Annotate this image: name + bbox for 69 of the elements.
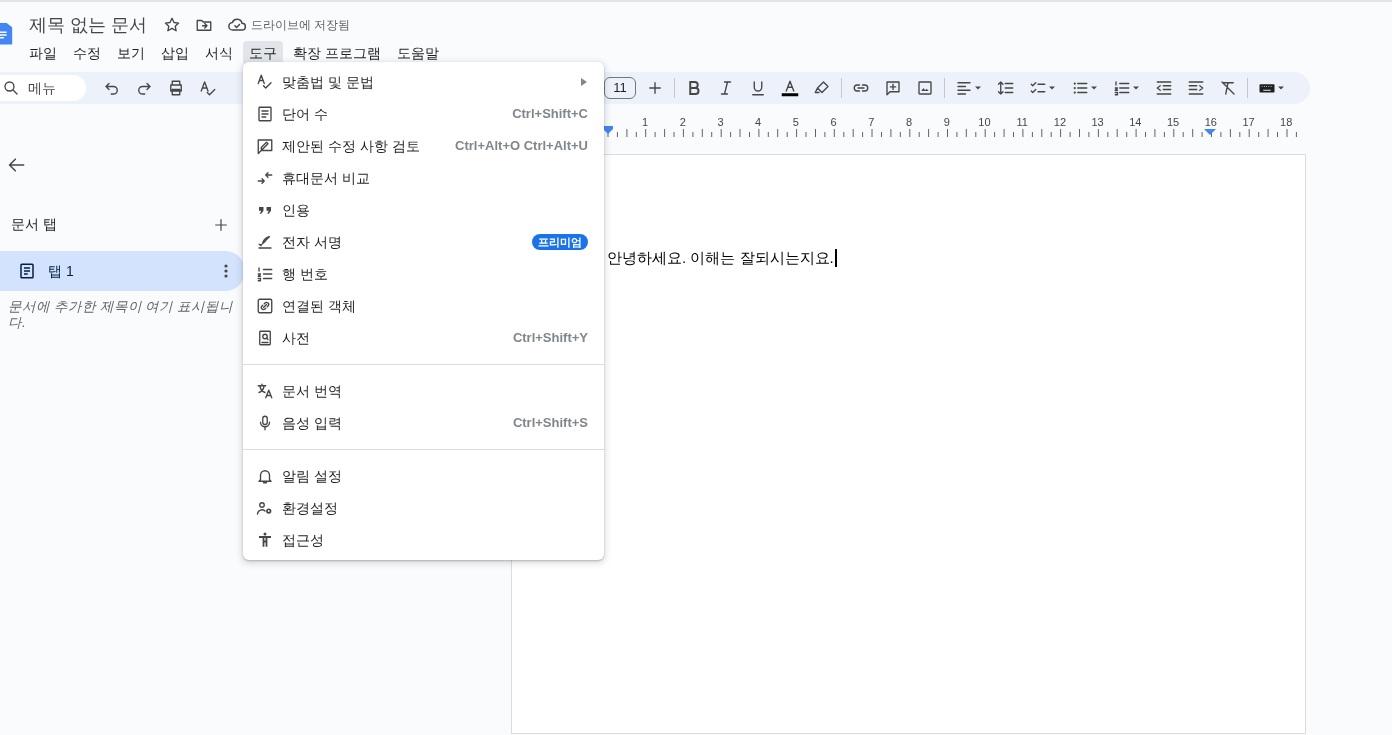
ruler-number: 2: [679, 116, 686, 128]
search-icon: [2, 79, 20, 97]
menu-item[interactable]: 연결된 객체: [243, 290, 604, 322]
menu-item[interactable]: 환경설정: [243, 492, 604, 524]
ruler-number: 11: [1016, 116, 1028, 128]
ruler-number: 17: [1242, 116, 1255, 128]
document-title[interactable]: 제목 없는 문서: [29, 11, 147, 39]
text-cursor: [834, 249, 837, 268]
add-icon[interactable]: [213, 216, 229, 233]
back-arrow-icon[interactable]: [7, 155, 27, 175]
menu-item[interactable]: 행 번호: [243, 258, 604, 290]
save-status: 드라이브에 저장됨: [251, 17, 351, 34]
ruler-number: 16: [1204, 116, 1217, 128]
left-indent-marker-icon[interactable]: [604, 126, 613, 134]
star-icon[interactable]: [163, 16, 181, 34]
ruler-number: 8: [906, 116, 913, 128]
ruler-number: 5: [792, 116, 799, 128]
dictionary-icon: [256, 329, 274, 347]
ruler-number: 9: [943, 116, 950, 128]
ruler-number: 14: [1129, 116, 1142, 128]
section-heading: 문서 탭: [11, 215, 57, 234]
document-icon: [256, 105, 274, 123]
menu-item[interactable]: 단어 수 Ctrl+Shift+C: [243, 98, 604, 130]
compare-arrows-icon: [256, 169, 274, 187]
person-gear-icon: [256, 499, 274, 517]
ruler-number: 13: [1091, 116, 1104, 128]
more-options-icon[interactable]: [223, 263, 229, 279]
ruler-number: 15: [1166, 116, 1180, 128]
ruler-number: 4: [755, 116, 762, 128]
body-text: 안녕하세요. 이해는 잘되시는지요.: [607, 248, 834, 268]
ruler-number: 1: [641, 116, 649, 128]
menu-bar-item[interactable]: 보기: [111, 41, 151, 65]
menu-bar-item[interactable]: 도움말: [390, 41, 445, 65]
ruler-number: 7: [868, 116, 875, 128]
menu-item[interactable]: 사전 Ctrl+Shift+Y: [243, 322, 604, 354]
ruler-number: 18: [1280, 116, 1293, 128]
ruler-number: 10: [978, 116, 991, 128]
menu-item[interactable]: 접근성: [243, 524, 604, 556]
accessibility-icon: [256, 531, 274, 549]
document-tab[interactable]: 탭 1: [0, 251, 245, 291]
linked-object-icon: [256, 297, 274, 315]
translate-icon: [256, 382, 274, 400]
review-edits-icon: [256, 137, 274, 155]
menu-item[interactable]: 휴대문서 비교: [243, 162, 604, 194]
menu-item[interactable]: 알림 설정: [243, 460, 604, 492]
ruler-number: 3: [717, 116, 724, 128]
document-icon: [18, 262, 36, 280]
menu-search-field[interactable]: 메뉴: [0, 75, 86, 101]
menu-item[interactable]: 제안된 수정 사항 검토 Ctrl+Alt+O Ctrl+Alt+U: [243, 130, 604, 162]
menu-bar-item[interactable]: 도구: [243, 41, 283, 65]
bell-icon: [256, 467, 274, 485]
menu-item[interactable]: 인용: [243, 194, 604, 226]
ruler-number: 6: [830, 116, 837, 128]
menu-bar-item[interactable]: 확장 프로그램: [287, 41, 387, 65]
spellcheck-icon: [256, 73, 274, 91]
right-indent-marker-icon[interactable]: [1204, 129, 1216, 135]
menu-item[interactable]: 전자 서명 프리미엄: [243, 226, 604, 258]
menu-item[interactable]: 음성 입력 Ctrl+Shift+S: [243, 407, 604, 439]
search-input[interactable]: 메뉴: [28, 77, 84, 99]
menu-item[interactable]: 맞춤법 및 문법: [243, 66, 604, 98]
numbered-lines-icon: [256, 265, 274, 283]
signature-icon: [256, 233, 274, 251]
menu-bar-item[interactable]: 수정: [67, 41, 107, 65]
menu-bar-item[interactable]: 삽입: [155, 41, 195, 65]
ruler-number: 12: [1053, 116, 1067, 128]
menu-bar-item[interactable]: 서식: [199, 41, 239, 65]
hint-text: 문서에 추가한 제목이 여기 표시됩니다.: [8, 299, 234, 331]
menu-bar-item[interactable]: 파일: [23, 41, 63, 65]
menu-item[interactable]: 문서 번역: [243, 375, 604, 407]
